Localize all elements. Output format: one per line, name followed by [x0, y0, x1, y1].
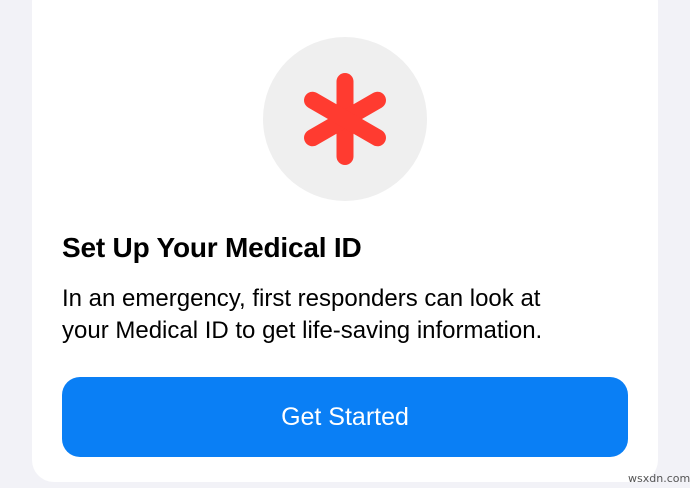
medical-asterisk-icon [304, 73, 386, 165]
medical-id-title: Set Up Your Medical ID [62, 232, 362, 263]
watermark-text: wsxdn.com [628, 472, 690, 485]
get-started-button[interactable]: Get Started [62, 377, 628, 457]
medical-id-icon-badge [263, 37, 427, 201]
medical-id-description: In an emergency, first responders can lo… [62, 283, 642, 347]
description-line: your Medical ID to get life-saving infor… [62, 317, 543, 344]
description-line: In an emergency, first responders can lo… [62, 285, 541, 312]
